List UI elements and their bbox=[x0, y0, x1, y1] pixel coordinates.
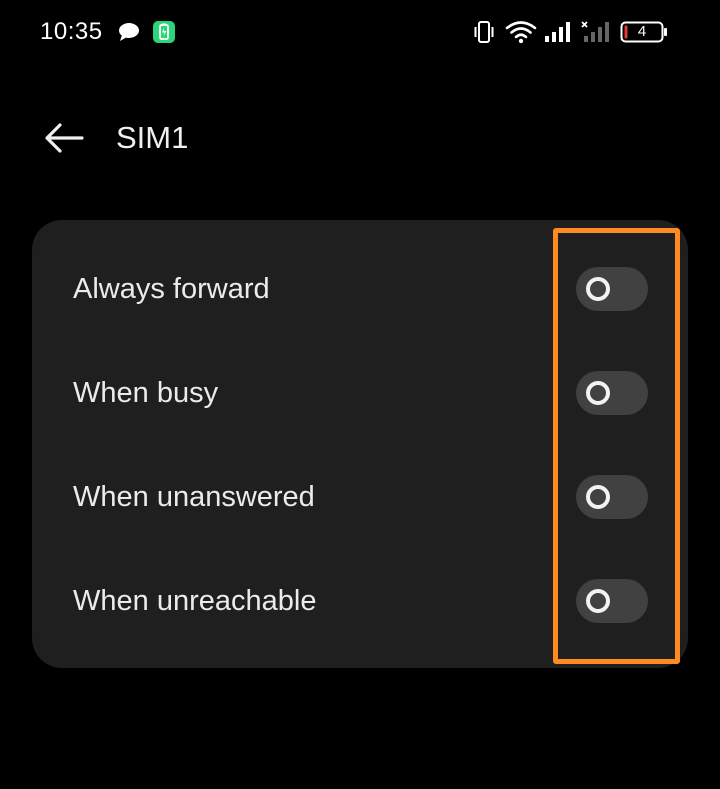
setting-label-when-unreachable: When unreachable bbox=[73, 585, 317, 617]
toggle-when-busy[interactable] bbox=[576, 371, 648, 415]
setting-row-when-unanswered[interactable]: When unanswered bbox=[32, 445, 688, 549]
toggle-when-unanswered[interactable] bbox=[576, 475, 648, 519]
setting-row-always-forward[interactable]: Always forward bbox=[32, 237, 688, 341]
setting-label-when-busy: When busy bbox=[73, 377, 219, 409]
setting-label-when-unanswered: When unanswered bbox=[73, 481, 315, 513]
call-forwarding-card: Always forward When busy When unanswered… bbox=[32, 220, 688, 668]
page-title: SIM1 bbox=[116, 120, 189, 155]
toggle-when-unreachable[interactable] bbox=[576, 579, 648, 623]
status-time: 10:35 bbox=[40, 18, 103, 45]
toggle-knob bbox=[586, 381, 610, 405]
message-icon bbox=[119, 23, 139, 41]
toggle-knob bbox=[586, 485, 610, 509]
back-arrow-icon bbox=[45, 123, 84, 153]
battery-saver-icon bbox=[153, 21, 175, 43]
app-bar: SIM1 bbox=[0, 100, 720, 176]
cell-signal-no-service-icon bbox=[581, 21, 609, 42]
setting-row-when-unreachable[interactable]: When unreachable bbox=[32, 549, 688, 653]
setting-label-always-forward: Always forward bbox=[73, 273, 270, 305]
back-button[interactable] bbox=[36, 116, 90, 160]
toggle-knob bbox=[586, 277, 610, 301]
vibrate-icon bbox=[474, 21, 494, 43]
status-bar: 10:35 4 bbox=[0, 0, 720, 64]
cell-signal-icon bbox=[545, 22, 570, 42]
battery-level-text: 4 bbox=[637, 23, 647, 40]
toggle-knob bbox=[586, 589, 610, 613]
wifi-icon bbox=[505, 21, 537, 44]
toggle-always-forward[interactable] bbox=[576, 267, 648, 311]
setting-row-when-busy[interactable]: When busy bbox=[32, 341, 688, 445]
